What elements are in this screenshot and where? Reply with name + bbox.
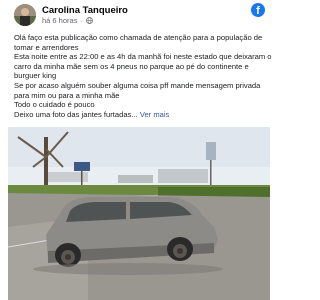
- post-line: Todo o cuidado é pouco: [14, 100, 95, 110]
- car-photo-icon: [8, 127, 270, 300]
- post-meta: há 6 horas ·: [42, 16, 93, 25]
- post-line-last: Deixo uma foto das jantes furtadas... Ve…: [14, 110, 276, 120]
- post-line: Esta noite entre as 22:00 e as 4h da man…: [14, 52, 272, 81]
- post-time[interactable]: há 6 horas: [42, 16, 77, 25]
- globe-icon: [86, 17, 93, 24]
- see-more-link[interactable]: Ver mais: [140, 110, 170, 119]
- post-line: Olá faço esta publicação como chamada de…: [14, 33, 263, 52]
- avatar[interactable]: [14, 4, 36, 26]
- post-header: Carolina Tanqueiro há 6 horas · f: [0, 0, 282, 26]
- post-text: Olá faço esta publicação como chamada de…: [14, 33, 276, 119]
- author-name[interactable]: Carolina Tanqueiro: [42, 5, 128, 16]
- post-line: Se por acaso alguém souber alguma coisa …: [14, 80, 261, 100]
- post-line: Deixo uma foto das jantes furtadas...: [14, 109, 138, 119]
- facebook-icon[interactable]: f: [251, 3, 265, 17]
- post-photo[interactable]: [8, 127, 270, 300]
